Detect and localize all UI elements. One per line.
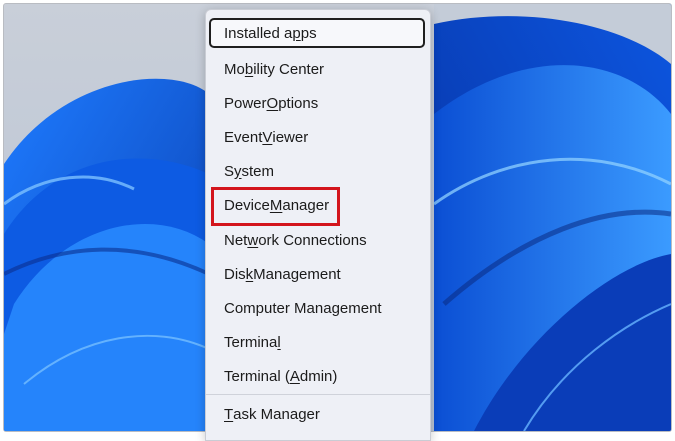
menu-item-event-viewer[interactable]: Event Viewer bbox=[209, 122, 425, 152]
menu-item-network-connections[interactable]: Net w ork Connections bbox=[209, 225, 425, 255]
menu-item-installed-apps[interactable]: Installed a p ps bbox=[209, 18, 425, 48]
menu-item-computer-management[interactable]: Computer Mana g ement bbox=[209, 293, 425, 323]
menu-item-disk-management[interactable]: Dis k Management bbox=[209, 259, 425, 289]
menu-item-terminal[interactable]: Termina l bbox=[209, 327, 425, 357]
menu-item-mobility-center[interactable]: Mo b ility Center bbox=[209, 54, 425, 84]
menu-item-power-options[interactable]: Power Options bbox=[209, 88, 425, 118]
menu-item-task-manager[interactable]: Task Manager bbox=[209, 399, 425, 429]
menu-separator bbox=[206, 394, 430, 395]
menu-item-system[interactable]: Sy stem bbox=[209, 156, 425, 186]
menu-item-terminal-admin[interactable]: Terminal (Admin) bbox=[209, 361, 425, 391]
device-manager-highlight-box bbox=[211, 187, 340, 226]
